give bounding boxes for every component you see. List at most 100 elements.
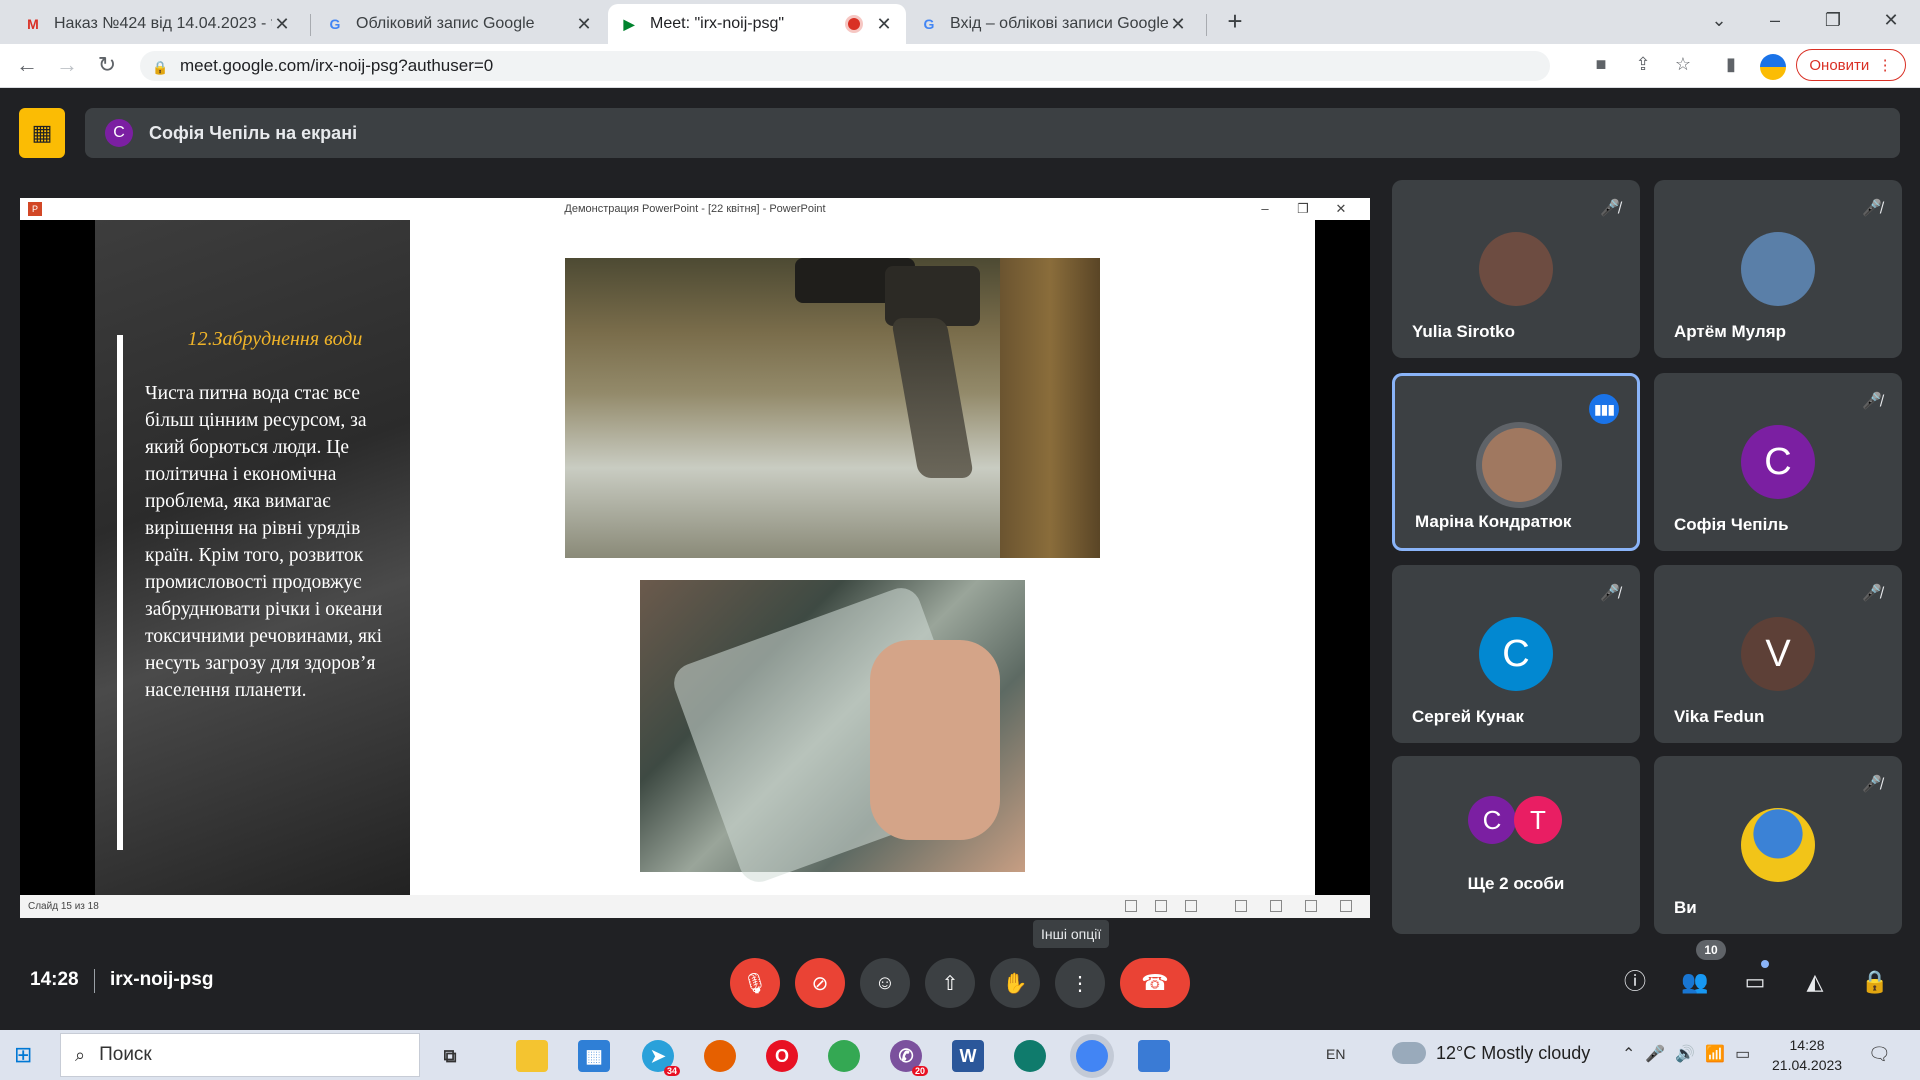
update-button[interactable]: Оновити ⋮ (1796, 49, 1906, 81)
slide-counter: Слайд 15 из 18 (28, 901, 99, 912)
notification-center-icon[interactable]: 🗨 (1868, 1044, 1891, 1065)
edge-icon[interactable] (1014, 1040, 1046, 1072)
view-icon (1340, 900, 1352, 912)
file-explorer-icon[interactable] (516, 1040, 548, 1072)
participant-name: Yulia Sirotko (1412, 322, 1515, 341)
view-icon (1270, 900, 1282, 912)
participant-name: Маріна Кондратюк (1415, 512, 1572, 531)
present-button[interactable]: ⇧ (925, 958, 975, 1008)
chrome-icon[interactable] (828, 1040, 860, 1072)
opera-icon[interactable]: O (766, 1040, 798, 1072)
participant-tile[interactable]: C 🎤̸ Сергей Кунак (1392, 565, 1640, 743)
host-controls-icon[interactable]: 🔒 (1859, 966, 1891, 998)
participant-tile[interactable]: 🎤̸ Артём Муляр (1654, 180, 1902, 358)
self-tile[interactable]: 🎤̸ Ви (1654, 756, 1902, 934)
participant-tile-speaking[interactable]: ▮▮▮ Маріна Кондратюк (1392, 373, 1640, 551)
avatar-letter: C (1764, 440, 1792, 483)
participant-name: Ви (1674, 898, 1697, 917)
tab-label: Meet: "irx-noij-psg" (650, 15, 785, 32)
mic-toggle-button[interactable]: 🎙 (730, 958, 780, 1008)
back-icon[interactable]: ← (12, 52, 42, 78)
participant-tile[interactable]: 🎤̸ Yulia Sirotko (1392, 180, 1640, 358)
search-placeholder: Поиск (99, 1044, 152, 1065)
view-icon (1185, 900, 1197, 912)
avatar-letter: V (1765, 632, 1791, 675)
divider (94, 969, 95, 993)
forward-icon[interactable]: → (52, 52, 82, 78)
presentation-icon[interactable]: ▦ (19, 108, 65, 158)
participant-name: Сергей Кунак (1412, 707, 1524, 726)
tab-meet[interactable]: ▶ Meet: "irx-noij-psg" ✕ (608, 4, 906, 44)
mic-off-icon: 🎤̸ (1600, 200, 1620, 217)
firefox-icon[interactable] (704, 1040, 736, 1072)
notification-badge: 20 (911, 1066, 928, 1076)
viber-icon[interactable]: ✆ 20 (890, 1040, 928, 1076)
telegram-icon[interactable]: ➤ 34 (642, 1040, 680, 1076)
restore-icon: ❐ (1297, 201, 1309, 216)
reload-icon[interactable]: ↻ (92, 52, 122, 78)
address-bar[interactable]: 🔒 meet.google.com/irx-noij-psg?authuser=… (140, 51, 1550, 81)
view-icon (1235, 900, 1247, 912)
tab-gmail[interactable]: M Наказ №424 від 14.04.2023 - t.a ✕ (12, 4, 304, 44)
language-indicator[interactable]: EN (1326, 1046, 1345, 1062)
task-view-icon[interactable]: ⧉ (434, 1040, 466, 1072)
close-icon[interactable]: ✕ (574, 14, 594, 35)
more-options-button[interactable]: ⋮ (1055, 958, 1105, 1008)
star-icon[interactable]: ☆ (1670, 54, 1696, 75)
hand-shape (870, 640, 1000, 840)
chat-icon[interactable]: ▭ (1739, 966, 1771, 998)
windows-start-icon[interactable]: ⊞ (14, 1042, 32, 1068)
profile-avatar[interactable] (1760, 54, 1786, 80)
side-panel-icon[interactable]: ▮ (1718, 54, 1744, 75)
view-icon (1305, 900, 1317, 912)
reactions-button[interactable]: ☺ (860, 958, 910, 1008)
word-icon[interactable]: W (952, 1040, 984, 1072)
camera-icon[interactable]: ■ (1588, 54, 1614, 75)
participant-tile[interactable]: C 🎤̸ Софія Чепіль (1654, 373, 1902, 551)
more-participants-tile[interactable]: C T Ще 2 особи (1392, 756, 1640, 934)
weather-text: 12°C Mostly cloudy (1436, 1042, 1591, 1063)
present-screen-icon: ⇧ (941, 972, 959, 995)
people-icon[interactable]: 👥 (1679, 966, 1711, 998)
share-icon[interactable]: ⇪ (1630, 54, 1656, 75)
browser-toolbar: ← → ↻ 🔒 meet.google.com/irx-noij-psg?aut… (0, 44, 1920, 88)
minimize-button[interactable]: – (1752, 4, 1798, 36)
weather-widget[interactable]: 12°C Mostly cloudy (1392, 1042, 1590, 1064)
system-tray-icons[interactable]: ⌃🎤🔊📶▭ (1622, 1044, 1760, 1064)
close-icon[interactable]: ✕ (874, 14, 894, 35)
photos-icon[interactable] (1138, 1040, 1170, 1072)
tab-google-account[interactable]: G Обліковий запис Google ✕ (314, 4, 606, 44)
store-icon[interactable]: ▦ (578, 1040, 610, 1072)
camera-toggle-button[interactable]: ⊘ (795, 958, 845, 1008)
leave-call-button[interactable]: ☎ (1120, 958, 1190, 1008)
url-text: meet.google.com/irx-noij-psg?authuser=0 (180, 56, 494, 75)
slide-text-panel: 12.Забруднення води Чиста питна вода ста… (95, 220, 410, 895)
meet-icon: ▶ (623, 15, 635, 32)
participant-tile[interactable]: V 🎤̸ Vika Fedun (1654, 565, 1902, 743)
close-icon[interactable]: ✕ (1168, 14, 1188, 35)
close-icon[interactable]: ✕ (272, 14, 292, 35)
participant-name: Артём Муляр (1674, 322, 1787, 341)
taskbar-search[interactable]: ⌕ Поиск (60, 1033, 420, 1077)
tab-label: Вхід – облікові записи Google (950, 15, 1168, 32)
mic-off-icon: 🎤̸ (1862, 585, 1882, 602)
tab-search-icon[interactable]: ⌄ (1696, 4, 1742, 36)
minimize-icon: – (1261, 201, 1269, 216)
emoji-icon: ☺ (874, 971, 896, 994)
new-tab-button[interactable]: + (1220, 6, 1250, 37)
taskbar-clock[interactable]: 14:28 21.04.2023 (1772, 1035, 1842, 1075)
search-icon: ⌕ (75, 1044, 86, 1065)
raise-hand-button[interactable]: ✋ (990, 958, 1040, 1008)
slide-accent-bar (117, 335, 123, 850)
presenter-avatar: С (105, 119, 133, 147)
hand-icon: ✋ (1002, 972, 1028, 995)
restore-button[interactable]: ❐ (1810, 4, 1856, 36)
notification-badge: 34 (663, 1066, 680, 1076)
tab-google-login[interactable]: G Вхід – облікові записи Google ✕ (908, 4, 1200, 44)
chrome-active-icon[interactable] (1076, 1040, 1108, 1072)
presenter-banner: С Софія Чепіль на екрані (85, 108, 1900, 158)
info-icon[interactable]: ⓘ (1619, 966, 1651, 998)
avatar: C (1741, 425, 1815, 499)
close-window-button[interactable]: ✕ (1868, 4, 1914, 36)
activities-icon[interactable]: ◭ (1799, 966, 1831, 998)
